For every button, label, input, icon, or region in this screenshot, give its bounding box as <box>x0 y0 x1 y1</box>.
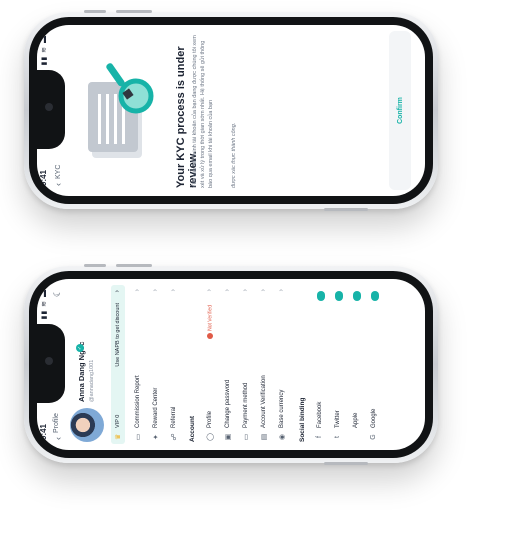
chevron-right-icon: › <box>152 289 159 292</box>
profile-content: 9:41 ▮▮ ≋ ▬ ‹ Profile ☾ Anna Dang Ngoc ✓… <box>37 279 425 450</box>
google-icon: G <box>370 434 377 440</box>
menu-label: Base currency <box>279 389 285 428</box>
menu-item-profile[interactable]: ◯ Profile Not Verified › <box>203 285 219 444</box>
menu-label: Commission Report <box>135 375 141 428</box>
verified-check-icon: ✓ <box>76 344 84 352</box>
id-icon: ▤ <box>261 433 268 441</box>
profile-nav: ‹ Profile <box>53 413 63 440</box>
camera-icon <box>45 103 53 111</box>
menu-item-reward-center[interactable]: ✦ Reward Center › <box>149 285 165 444</box>
crown-icon: ♛ <box>115 433 122 440</box>
facebook-toggle[interactable] <box>317 291 325 301</box>
chevron-right-icon: › <box>278 289 285 292</box>
document-search-illustration <box>88 63 154 158</box>
back-icon[interactable]: ‹ <box>53 437 63 440</box>
status-time: 9:41 <box>39 423 48 440</box>
power-button <box>324 462 368 465</box>
commission-icon: ▭ <box>135 433 142 441</box>
menu-item-facebook[interactable]: f Facebook <box>313 285 329 444</box>
menu-label: Change password <box>225 379 231 428</box>
status-icons: ▮▮ ≋ ▬ <box>41 35 48 66</box>
section-social-binding: Social binding <box>299 397 306 442</box>
menu-label: Account Verification <box>261 375 267 428</box>
phone-profile: 9:41 ▮▮ ≋ ▬ ‹ Profile ☾ Anna Dang Ngoc ✓… <box>24 264 438 465</box>
phone-kyc: 9:41 ▮▮ ≋ ▬ ‹ KYC Your KYC process is un… <box>24 10 438 211</box>
menu-label: Profile <box>207 410 213 428</box>
warning-icon <box>207 332 213 339</box>
reward-icon: ✦ <box>153 434 160 440</box>
status-badge: Not Verified <box>207 305 213 339</box>
menu-label: Google <box>371 408 377 428</box>
profile-icon: ◯ <box>207 433 214 441</box>
vip-promo: Use NAPB to get discount <box>115 303 121 367</box>
chevron-right-icon: › <box>170 289 177 292</box>
user-handle: @annadang1001 <box>89 359 95 402</box>
kyc-description: Yêu cầu xác minh tài khoản của bạn đang … <box>192 35 214 188</box>
chevron-right-icon: › <box>114 290 121 293</box>
twitter-toggle[interactable] <box>335 291 343 301</box>
nav-title: Profile <box>53 413 60 433</box>
volume-button <box>116 264 152 267</box>
menu-label: Apple <box>353 412 359 428</box>
google-toggle[interactable] <box>371 291 379 301</box>
chevron-right-icon: › <box>206 289 213 292</box>
profile-screen: 9:41 ▮▮ ≋ ▬ ‹ Profile ☾ Anna Dang Ngoc ✓… <box>37 279 425 450</box>
chevron-right-icon: › <box>260 289 267 292</box>
currency-icon: ◉ <box>279 433 286 441</box>
menu-item-base-currency[interactable]: ◉ Base currency › <box>275 285 291 444</box>
vip-banner[interactable]: ♛ VIP 0 Use NAPB to get discount › <box>111 285 125 444</box>
camera-notch <box>37 324 65 403</box>
menu-item-account-verification[interactable]: ▤ Account Verification › <box>257 285 273 444</box>
volume-button <box>84 10 106 13</box>
back-icon[interactable]: ‹ <box>53 183 63 186</box>
chevron-right-icon: › <box>134 289 141 292</box>
referral-icon: ☍ <box>171 433 178 441</box>
card-icon: ▭ <box>243 433 250 441</box>
chevron-right-icon: › <box>242 289 249 292</box>
menu-label: Payment method <box>243 382 249 428</box>
menu-item-apple[interactable]: Apple <box>349 285 365 444</box>
confirm-button[interactable]: Confirm <box>389 31 411 190</box>
kyc-success-text: được xác thực thành công. <box>231 122 237 188</box>
status-time: 9:41 <box>39 169 48 186</box>
volume-button <box>84 264 106 267</box>
menu-label: Facebook <box>317 401 323 428</box>
facebook-icon: f <box>316 436 323 438</box>
volume-button <box>116 10 152 13</box>
menu-item-referral[interactable]: ☍ Referral › <box>167 285 183 444</box>
status-icons: ▮▮ ≋ ▬ <box>41 289 48 320</box>
nav-title: KYC <box>54 164 62 179</box>
menu-label: Reward Center <box>153 387 159 428</box>
menu-item-payment-method[interactable]: ▭ Payment method › <box>239 285 255 444</box>
twitter-icon: t <box>334 436 341 438</box>
badge-label: Not Verified <box>207 305 214 331</box>
avatar[interactable] <box>70 408 104 442</box>
camera-notch <box>37 70 65 149</box>
apple-toggle[interactable] <box>353 291 361 301</box>
menu-label: Referral <box>171 406 177 428</box>
menu-label: Twitter <box>335 410 341 428</box>
power-button <box>324 208 368 211</box>
camera-icon <box>45 357 53 365</box>
kyc-screen: 9:41 ▮▮ ≋ ▬ ‹ KYC Your KYC process is un… <box>37 25 425 196</box>
vip-level: VIP 0 <box>115 414 121 428</box>
menu-item-commission-report[interactable]: ▭ Commission Report › <box>131 285 147 444</box>
menu-item-twitter[interactable]: t Twitter <box>331 285 347 444</box>
moon-icon[interactable]: ☾ <box>52 289 63 297</box>
menu-item-google[interactable]: G Google <box>367 285 383 444</box>
chevron-right-icon: › <box>224 289 231 292</box>
menu-item-change-password[interactable]: ▣ Change password › <box>221 285 237 444</box>
section-account: Account <box>189 416 196 442</box>
lock-icon: ▣ <box>225 433 232 441</box>
kyc-nav: ‹ KYC <box>53 165 63 186</box>
kyc-content: 9:41 ▮▮ ≋ ▬ ‹ KYC Your KYC process is un… <box>37 25 425 196</box>
